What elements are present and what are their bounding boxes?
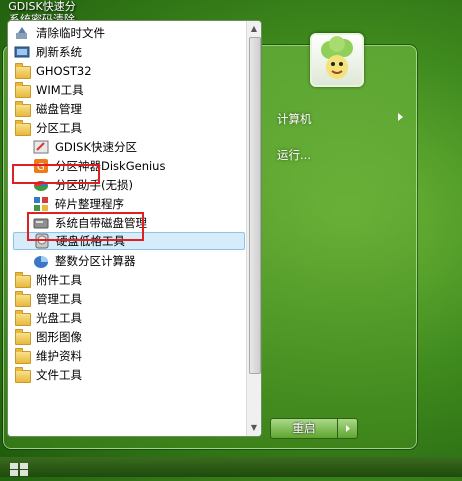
list-item-label: 整数分区计算器 [55,254,136,268]
defrag-icon [33,196,49,212]
list-item-maintenance-docs[interactable]: 维护资料 [14,347,246,365]
broccoli-avatar-icon [321,36,353,79]
highlight-box-partition-assistant [27,212,144,241]
list-item-label: 分区工具 [36,121,82,135]
list-item-wim-tools[interactable]: WIM工具 [14,81,246,99]
list-item-label: 维护资料 [36,349,82,363]
folder-icon [14,310,31,326]
programs-scrollbar[interactable]: ▲ ▼ [246,21,261,436]
shutdown-options-button[interactable] [337,418,358,439]
list-item-file-tools[interactable]: 文件工具 [14,366,246,384]
folder-icon [14,120,31,136]
cleanup-icon [14,25,30,41]
folder-icon [14,63,31,79]
calculator-icon [33,253,49,269]
list-item-label: 光盘工具 [36,311,82,325]
folder-icon [14,272,31,288]
list-item-integer-partition-calculator[interactable]: 整数分区计算器 [33,252,246,270]
run-label: 运行... [277,148,311,162]
folder-icon [14,329,31,345]
list-item-label: 刷新系统 [36,45,82,59]
submenu-arrow-icon [398,113,403,121]
list-item-gdisk-quick-partition[interactable]: GDISK快速分区 [33,138,246,156]
restart-button[interactable]: 重启 [270,418,338,439]
list-item-optical-disc-tools[interactable]: 光盘工具 [14,309,246,327]
gdisk-icon [33,139,49,155]
folder-icon [14,348,31,364]
list-item-label: WIM工具 [36,83,84,97]
scroll-down-icon[interactable]: ▼ [248,422,260,434]
list-item-label: 附件工具 [36,273,82,287]
list-item-graphics-images[interactable]: 图形图像 [14,328,246,346]
list-item-refresh-system[interactable]: 刷新系统 [14,43,246,61]
user-avatar[interactable] [310,33,364,87]
taskbar [0,457,462,477]
list-item-defragmenter[interactable]: 碎片整理程序 [33,195,246,213]
folder-icon [14,101,31,117]
list-item-label: 管理工具 [36,292,82,306]
list-item-label: 文件工具 [36,368,82,382]
list-item-accessory-tools[interactable]: 附件工具 [14,271,246,289]
highlight-box-partition-tools [12,164,100,184]
folder-icon [14,291,31,307]
scroll-thumb[interactable] [249,37,261,374]
list-item-disk-management-folder[interactable]: 磁盘管理 [14,100,246,118]
scroll-up-icon[interactable]: ▲ [248,23,260,35]
folder-icon [14,367,31,383]
list-item-ghost32[interactable]: GHOST32 [14,62,246,80]
list-item-label: GHOST32 [36,64,92,78]
run-menu-item[interactable]: 运行... [277,147,311,163]
list-item-label: 碎片整理程序 [55,197,124,211]
list-item-label: 磁盘管理 [36,102,82,116]
list-item-partition-tools[interactable]: 分区工具 [14,119,246,137]
list-item-label: GDISK快速分区 [55,140,137,154]
windows-start-icon[interactable] [8,461,30,477]
folder-icon [14,82,31,98]
refresh-system-icon [14,44,30,60]
computer-menu-item[interactable]: 计算机 [277,111,403,127]
list-item-management-tools[interactable]: 管理工具 [14,290,246,308]
list-item-label: 清除临时文件 [36,26,105,40]
list-item-clear-temp[interactable]: 清除临时文件 [14,24,246,42]
computer-label: 计算机 [277,112,312,126]
chevron-right-icon [346,425,350,432]
list-item-label: 图形图像 [36,330,82,344]
